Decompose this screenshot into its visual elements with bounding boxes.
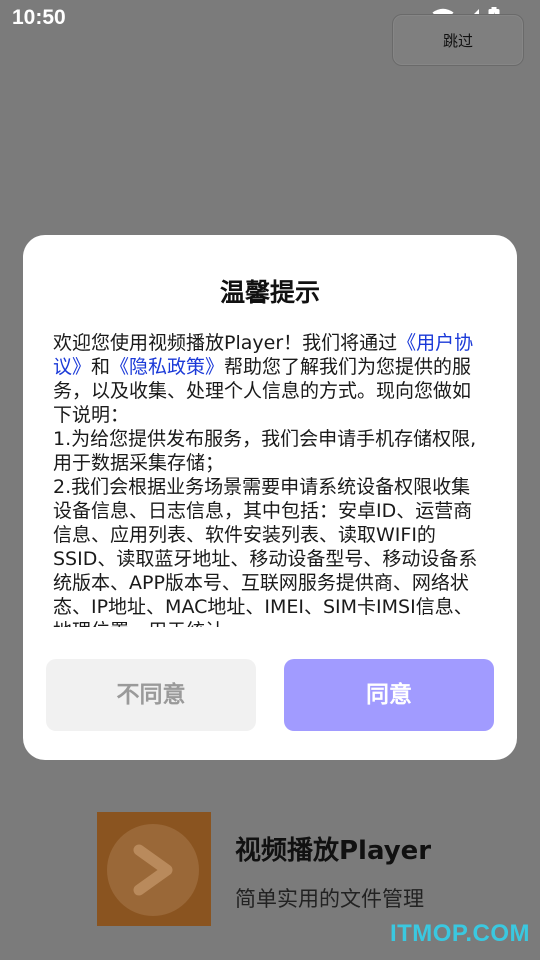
privacy-policy-link[interactable]: 《隐私政策》	[110, 356, 224, 378]
app-description: 简单实用的文件管理	[235, 887, 424, 911]
item-1-text: 1.为给您提供发布服务，我们会申请手机存储权限,用于数据采集存储；	[53, 428, 477, 474]
status-time: 10:50	[12, 6, 66, 29]
agree-button[interactable]: 同意	[284, 659, 494, 731]
watermark: ITMOP.COM	[389, 920, 530, 947]
privacy-dialog: 温馨提示 欢迎您使用视频播放Player！我们将通过《用户协议》和《隐私政策》帮…	[23, 235, 517, 760]
item-2-text: 2.我们会根据业务场景需要申请系统设备权限收集设备信息、日志信息，其中包括：安卓…	[53, 476, 478, 627]
dialog-title: 温馨提示	[219, 278, 320, 307]
app-name: 视频播放Player	[235, 836, 432, 866]
app-logo	[97, 812, 211, 926]
intro-text: 欢迎您使用视频播放Player！我们将通过	[53, 332, 398, 354]
and-text: 和	[91, 356, 111, 378]
disagree-button[interactable]: 不同意	[46, 659, 256, 731]
screen: 10:50 跳过 视频播放Player 简单实用的文件管理 ITMOP.COM …	[0, 0, 540, 960]
dialog-body[interactable]: 欢迎您使用视频播放Player！我们将通过《用户协议》和《隐私政策》帮助您了解我…	[53, 331, 489, 627]
play-icon	[133, 844, 173, 896]
skip-button[interactable]: 跳过	[392, 14, 524, 66]
